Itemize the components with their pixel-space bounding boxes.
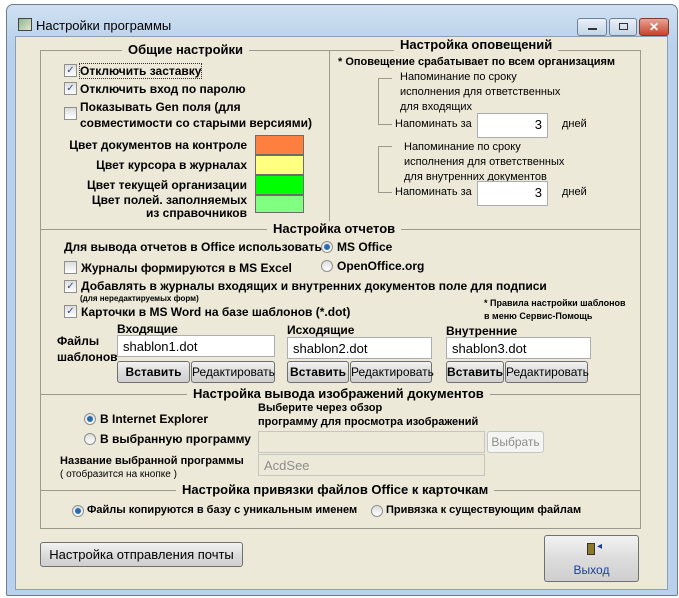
notify-int-text-1: Напоминание по сроку — [404, 141, 521, 153]
unique-name-radio[interactable] — [72, 505, 84, 517]
program-name-hint: ( отобразится на кнопке ) — [60, 469, 177, 480]
remind-int-unit: дней — [562, 186, 587, 198]
notify-title: Настройка оповещений — [394, 37, 559, 52]
remind-in-input[interactable]: 3 — [477, 113, 548, 138]
color-org-swatch[interactable] — [255, 175, 304, 195]
incoming-edit-button[interactable]: Редактировать — [191, 361, 275, 383]
app-icon — [18, 18, 32, 31]
color-control-label: Цвет документов на контроле — [69, 138, 247, 152]
remind-in-label: Напоминать за — [393, 118, 472, 130]
incoming-insert-button[interactable]: Вставить — [117, 361, 190, 383]
bracket-incoming — [378, 78, 392, 125]
maximize-button[interactable] — [609, 18, 637, 36]
outgoing-template-label: Исходящие — [287, 323, 355, 337]
bracket-internal — [378, 146, 392, 193]
notify-note: * Оповещение срабатывает по всем организ… — [338, 56, 616, 68]
disable-splash-checkbox[interactable]: ✓ — [64, 64, 77, 77]
excel-label: Журналы формируются в MS Excel — [81, 261, 292, 275]
color-org-label: Цвет текущей организации — [86, 178, 247, 192]
office-label: Для вывода отчетов в Office использовать — [64, 240, 322, 254]
disable-password-checkbox[interactable]: ✓ — [64, 82, 77, 95]
disable-password-label: Отключить вход по паролю — [80, 82, 246, 96]
existing-files-radio[interactable] — [371, 505, 383, 517]
rules-note-2: в меню Сервис-Помощь — [484, 311, 593, 321]
group-border-bottom — [40, 528, 641, 529]
color-cursor-label: Цвет курсора в журналах — [96, 158, 247, 172]
excel-checkbox[interactable] — [64, 261, 77, 274]
incoming-template-label: Входящие — [117, 322, 178, 336]
sign-checkbox[interactable]: ✓ — [64, 280, 77, 293]
window-title: Настройки программы — [36, 18, 172, 33]
remind-int-label: Напоминать за — [393, 186, 472, 198]
outgoing-insert-button[interactable]: Вставить — [287, 361, 349, 383]
internal-template-label: Внутренние — [446, 324, 518, 338]
sign-label: Добавлять в журналы входящих и внутренни… — [81, 279, 547, 293]
general-title: Общие настройки — [122, 42, 249, 57]
openoffice-radio[interactable] — [321, 260, 333, 272]
unique-name-label: Файлы копируются в базу с уникальным име… — [87, 504, 358, 516]
close-button[interactable]: ✕ — [639, 18, 669, 36]
outgoing-edit-button[interactable]: Редактировать — [350, 361, 434, 383]
remind-in-unit: дней — [562, 118, 587, 130]
exit-arrow-icon: ◂ — [597, 541, 603, 552]
internal-insert-button[interactable]: Вставить — [446, 361, 504, 383]
reports-title: Настройка отчетов — [267, 221, 402, 236]
group-border-right — [640, 50, 641, 529]
choose-hint-1: Выберите через обзор — [258, 402, 383, 414]
show-gen-label-2: совместимости со старыми версиями) — [80, 116, 312, 130]
sign-note: (для нередактируемых форм) — [80, 294, 199, 303]
ie-label: В Internet Explorer — [100, 412, 209, 426]
notify-in-text-3: для входящих — [400, 101, 473, 113]
disable-splash-label: Отключить заставку — [78, 63, 203, 79]
color-control-swatch[interactable] — [255, 135, 304, 155]
browse-button[interactable]: Выбрать — [487, 431, 544, 453]
color-fields-label-2: из справочников — [146, 206, 247, 220]
program-path-input[interactable] — [258, 431, 485, 453]
minimize-button[interactable] — [577, 18, 607, 36]
show-gen-checkbox[interactable] — [64, 107, 77, 120]
ie-radio[interactable] — [84, 413, 96, 425]
binding-title: Настройка привязки файлов Office к карто… — [176, 482, 495, 497]
word-checkbox[interactable]: ✓ — [64, 305, 77, 318]
ms-office-label: MS Office — [337, 240, 393, 254]
group-border-left — [40, 50, 41, 529]
custom-program-label: В выбранную программу — [100, 432, 251, 446]
show-gen-label-1: Показывать Gen поля (для — [80, 100, 241, 114]
exit-button[interactable]: ◂ Выход — [544, 535, 639, 582]
color-cursor-swatch[interactable] — [255, 155, 304, 175]
images-title: Настройка вывода изображений документов — [187, 386, 490, 401]
choose-hint-2: программу для просмотра изображений — [258, 416, 479, 428]
program-name-input[interactable]: AcdSee — [258, 454, 485, 476]
internal-template-input[interactable]: shablon3.dot — [446, 337, 591, 359]
incoming-template-input[interactable]: shablon1.dot — [117, 335, 275, 357]
mail-settings-button[interactable]: Настройка отправления почты — [40, 542, 243, 567]
word-label: Карточки в MS Word на базе шаблонов (*.d… — [81, 305, 351, 319]
custom-program-radio[interactable] — [84, 433, 96, 445]
rules-note-1: * Правила настройки шаблонов — [484, 298, 626, 308]
template-files-label-1: Файлы — [57, 334, 100, 348]
template-files-label-2: шаблонов — [57, 350, 118, 364]
outgoing-template-input[interactable]: shablon2.dot — [287, 337, 432, 359]
program-name-label: Название выбранной программы — [60, 455, 244, 467]
openoffice-label: OpenOffice.org — [337, 259, 425, 273]
notify-in-text-2: исполнения для ответственных — [400, 86, 561, 98]
remind-int-input[interactable]: 3 — [477, 181, 548, 206]
divider-vertical — [329, 50, 330, 229]
notify-int-text-2: исполнения для ответственных — [404, 156, 565, 168]
exit-door-icon — [587, 543, 595, 555]
color-fields-swatch[interactable] — [255, 195, 304, 213]
notify-in-text-1: Напоминание по сроку — [400, 71, 517, 83]
color-fields-label-1: Цвет полей. заполняемых — [91, 193, 247, 207]
existing-files-label: Привязка к существующим файлам — [386, 504, 582, 516]
internal-edit-button[interactable]: Редактировать — [505, 361, 589, 383]
exit-label: Выход — [573, 563, 610, 577]
ms-office-radio[interactable] — [321, 241, 333, 253]
